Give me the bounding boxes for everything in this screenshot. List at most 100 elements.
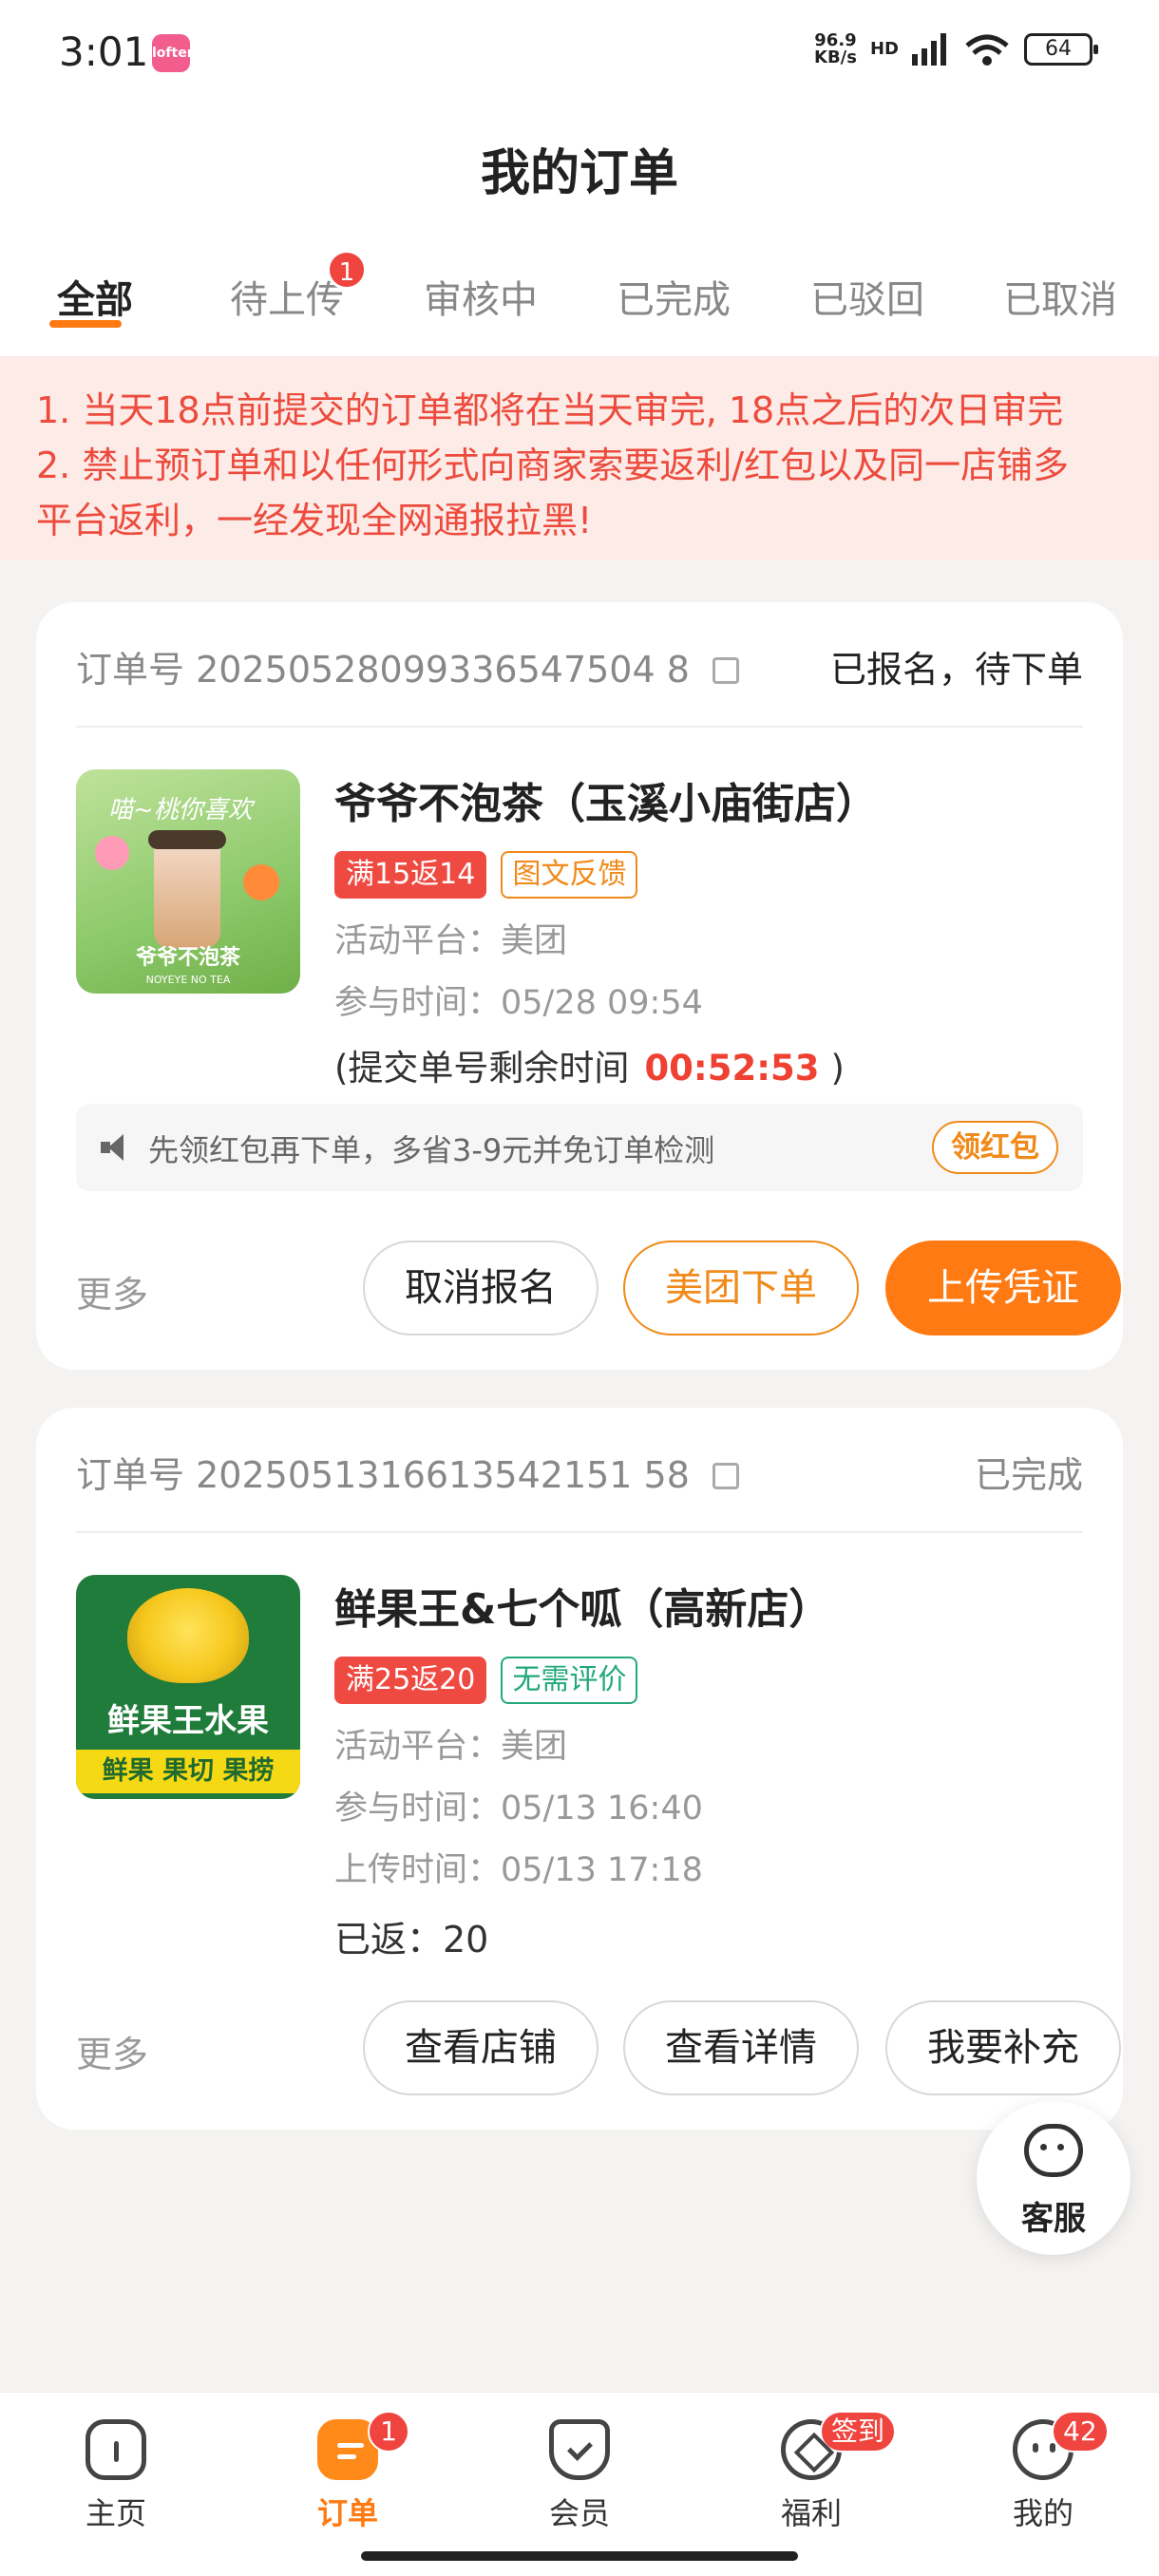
welfare-icon: 签到	[781, 2411, 897, 2480]
tab-pending-upload[interactable]: 待上传	[230, 269, 344, 324]
active-tab-indicator	[49, 320, 122, 328]
nav-member[interactable]: 会员	[513, 2419, 646, 2533]
order-status: 已报名，待下单	[829, 649, 1083, 691]
speaker-icon	[101, 1134, 129, 1161]
network-type-label: HD	[869, 39, 899, 59]
join-time-text: 参与时间：05/28 09:54	[334, 984, 703, 1022]
nav-welfare[interactable]: 签到 福利	[745, 2411, 897, 2533]
rebate-tag: 满25返20	[334, 1657, 487, 1704]
app-notification-icon: lofter	[152, 34, 194, 72]
nav-label: 主页	[85, 2495, 146, 2531]
member-icon	[549, 2419, 610, 2480]
platform-text: 活动平台：美团	[334, 922, 568, 960]
notice-banner: 1. 当天18点前提交的订单都将在当天审完, 18点之后的次日审完 2. 禁止预…	[0, 356, 1159, 560]
tea-cup-illustration	[148, 830, 226, 948]
order-tabs: 全部 待上传 1 审核中 已完成 已驳回 已取消	[0, 223, 1159, 356]
more-link[interactable]: 更多	[76, 1265, 148, 1317]
tab-pending-upload-badge: 1	[327, 250, 367, 290]
status-bar: 3:01 lofter 96.9 KB/s HD 64	[0, 0, 1159, 104]
cancel-signup-button[interactable]: 取消报名	[363, 1241, 598, 1335]
order-number-value: 20250528099336547504 8	[196, 649, 690, 691]
order-number-label: 订单号	[76, 1454, 185, 1496]
tab-reviewing[interactable]: 审核中	[424, 269, 538, 324]
customer-service-button[interactable]: 客服	[977, 2101, 1130, 2255]
order-number-label: 订单号	[76, 649, 185, 691]
order-status: 已完成	[974, 1454, 1083, 1496]
nav-home[interactable]: 主页	[49, 2419, 182, 2533]
flower-decoration	[243, 864, 279, 900]
nav-badge: 1	[368, 2411, 409, 2453]
flower-decoration	[95, 836, 129, 870]
tab-cancelled[interactable]: 已取消	[1003, 269, 1117, 324]
tab-all[interactable]: 全部	[57, 269, 133, 324]
order-header: 订单号 20250528099336547504 8 已报名，待下单	[76, 640, 1083, 697]
page-title: 我的订单	[480, 145, 678, 202]
tag-list: 满15返14 图文反馈	[334, 851, 1104, 900]
platform-text: 活动平台：美团	[334, 1728, 568, 1766]
status-time: 3:01	[59, 28, 149, 75]
shop-thumbnail[interactable]: 喵~桃你喜欢 爷爷不泡茶 NOYEYE NO TEA	[76, 769, 300, 994]
notice-line: 平台返利，一经发现全网通报拉黑!	[36, 500, 593, 541]
thumbnail-slogan: 喵~桃你喜欢	[108, 796, 253, 824]
view-details-button[interactable]: 查看详情	[623, 2000, 859, 2095]
copy-icon[interactable]	[712, 1463, 739, 1489]
tab-completed[interactable]: 已完成	[617, 269, 731, 324]
upload-time-text: 上传时间：05/13 17:18	[334, 1851, 703, 1889]
copy-icon[interactable]	[712, 657, 739, 684]
notice-line: 1. 当天18点前提交的订单都将在当天审完, 18点之后的次日审完	[36, 389, 1064, 431]
divider	[76, 1531, 1083, 1533]
home-indicator[interactable]	[361, 2551, 798, 2561]
tip-text: 先领红包再下单，多省3-9元并免订单检测	[148, 1132, 715, 1168]
requirement-tag: 无需评价	[501, 1657, 638, 1704]
more-link[interactable]: 更多	[76, 2025, 148, 2077]
status-indicators: 96.9 KB/s HD 64	[814, 30, 1098, 67]
returned-amount: 已返：20	[334, 1919, 489, 1960]
requirement-tag: 图文反馈	[501, 851, 638, 899]
nav-label: 会员	[548, 2495, 610, 2531]
view-shop-button[interactable]: 查看店铺	[363, 2000, 598, 2095]
join-time-text: 参与时间：05/13 16:40	[334, 1790, 703, 1828]
nav-badge: 42	[1052, 2411, 1109, 2453]
nav-label: 订单	[316, 2495, 378, 2531]
customer-service-icon	[1024, 2124, 1083, 2177]
get-red-packet-button[interactable]: 领红包	[932, 1121, 1058, 1174]
red-packet-tip: 先领红包再下单，多省3-9元并免订单检测 领红包	[76, 1104, 1083, 1191]
nav-orders[interactable]: 1 订单	[281, 2411, 414, 2533]
order-number: 订单号 2025051316613542151 58	[76, 1446, 739, 1498]
order-card: 订单号 20250528099336547504 8 已报名，待下单 喵~桃你喜…	[36, 602, 1123, 1370]
supplement-button[interactable]: 我要补充	[885, 2000, 1121, 2095]
wifi-icon	[965, 34, 1009, 66]
shop-thumbnail[interactable]: 鲜果王水果 鲜果 果切 果捞	[76, 1575, 300, 1799]
order-info: 爷爷不泡茶（玉溪小庙街店） 满15返14 图文反馈 活动平台：美团 参与时间：0…	[334, 769, 1104, 1090]
tab-rejected[interactable]: 已驳回	[810, 269, 924, 324]
upload-proof-button[interactable]: 上传凭证	[885, 1241, 1121, 1335]
divider	[76, 726, 1083, 728]
durian-illustration	[127, 1588, 249, 1683]
meituan-order-button[interactable]: 美团下单	[623, 1241, 859, 1335]
home-icon	[86, 2419, 146, 2480]
signal-icon	[912, 33, 946, 66]
countdown-timer: 00:52:53	[644, 1048, 820, 1089]
thumbnail-brand-en: NOYEYE NO TEA	[145, 974, 231, 986]
notice-line: 2. 禁止预订单和以任何形式向商家索要返利/红包以及同一店铺多	[36, 445, 1070, 486]
order-number-value: 2025051316613542151 58	[196, 1454, 690, 1496]
countdown-line: (提交单号剩余时间 00:52:53)	[334, 1048, 845, 1089]
nav-badge: 签到	[820, 2411, 897, 2453]
order-actions: 更多 取消报名 美团下单 上传凭证	[76, 1241, 1121, 1335]
orders-page: 3:01 lofter 96.9 KB/s HD 64 我的订单 全部 待上传 …	[0, 0, 1159, 2576]
thumbnail-brand: 鲜果王水果	[107, 1702, 269, 1740]
shop-name[interactable]: 爷爷不泡茶（玉溪小庙街店）	[334, 769, 1104, 830]
shop-name[interactable]: 鲜果王&七个呱（高新店）	[334, 1575, 1104, 1636]
nav-label: 我的	[1012, 2495, 1074, 2531]
thumbnail-brand: 爷爷不泡茶	[135, 946, 240, 970]
order-header: 订单号 2025051316613542151 58 已完成	[76, 1446, 1083, 1503]
nav-mine[interactable]: 42 我的	[977, 2411, 1110, 2533]
order-actions: 更多 查看店铺 查看详情 我要补充	[76, 2000, 1121, 2095]
bottom-nav: 主页 1 订单 会员 签到 福利 42 我的	[0, 2392, 1159, 2576]
order-icon: 1	[317, 2411, 409, 2480]
rebate-tag: 满15返14	[334, 851, 487, 899]
network-speed: 96.9 KB/s	[814, 30, 857, 67]
mine-icon: 42	[1013, 2411, 1109, 2480]
customer-service-label: 客服	[1021, 2200, 1086, 2238]
battery-icon: 64	[1024, 33, 1098, 66]
